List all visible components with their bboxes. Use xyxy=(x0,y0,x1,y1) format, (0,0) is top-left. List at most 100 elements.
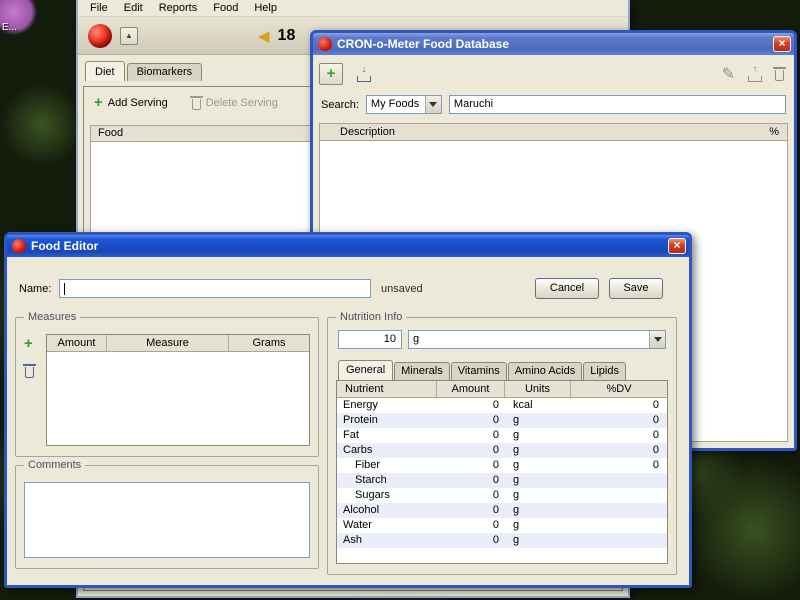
nutrient-table-header: Nutrient Amount Units %DV xyxy=(337,381,667,398)
cancel-button[interactable]: Cancel xyxy=(535,278,599,299)
search-row: Search: My Foods Maruchi xyxy=(321,95,786,114)
tab-vitamins[interactable]: Vitamins xyxy=(451,362,507,380)
search-scope-value: My Foods xyxy=(367,96,425,113)
nutrient-dv: 0 xyxy=(571,413,667,428)
save-button[interactable]: Save xyxy=(609,278,663,299)
nutrient-row[interactable]: Water0g xyxy=(337,518,667,533)
amount-column-header[interactable]: Amount xyxy=(437,381,505,397)
nutrient-amount: 0 xyxy=(437,473,505,488)
nutrient-row[interactable]: Fiber0g0 xyxy=(337,458,667,473)
nutrient-row[interactable]: Fat0g0 xyxy=(337,428,667,443)
delete-food-trash-icon[interactable] xyxy=(775,70,784,81)
cronometer-icon xyxy=(318,37,332,51)
nutrient-row[interactable]: Alcohol0g xyxy=(337,503,667,518)
add-measure-button[interactable]: + xyxy=(24,338,33,350)
nutrient-row[interactable]: Protein0g0 xyxy=(337,413,667,428)
close-icon[interactable]: × xyxy=(668,238,686,254)
nutrient-row[interactable]: Carbs0g0 xyxy=(337,443,667,458)
menu-edit[interactable]: Edit xyxy=(116,0,151,16)
database-toolbar: + ↓ ✎ ↑ xyxy=(319,60,788,88)
app-logo-icon xyxy=(88,24,112,48)
nutrient-units: g xyxy=(505,443,571,458)
search-scope-dropdown[interactable]: My Foods xyxy=(366,95,442,114)
nutrient-units: g xyxy=(505,503,571,518)
nutrient-dv xyxy=(571,533,667,548)
delete-measure-trash-icon[interactable] xyxy=(25,367,34,378)
nutrient-units: kcal xyxy=(505,398,571,413)
import-food-button[interactable]: ↓ xyxy=(353,63,375,85)
nutrition-tab-bar: General Minerals Vitamins Amino Acids Li… xyxy=(338,362,627,380)
nutrient-row[interactable]: Sugars0g xyxy=(337,488,667,503)
nutrient-name: Fat xyxy=(337,428,437,443)
menu-help[interactable]: Help xyxy=(246,0,285,16)
menu-food[interactable]: Food xyxy=(205,0,246,16)
measures-list[interactable] xyxy=(47,352,309,445)
serving-unit-dropdown[interactable]: g xyxy=(408,330,666,349)
tab-general[interactable]: General xyxy=(338,360,393,380)
food-database-title: CRON-o-Meter Food Database xyxy=(337,37,509,51)
nutrient-column-header[interactable]: Nutrient xyxy=(337,381,437,397)
measures-legend: Measures xyxy=(24,311,80,324)
collapse-button[interactable]: ▲ xyxy=(120,27,138,45)
nutrient-row[interactable]: Starch0g xyxy=(337,473,667,488)
food-editor-window: Food Editor × Name: unsaved Cancel Save … xyxy=(4,232,692,588)
measures-group: Measures + Amount Measure Grams xyxy=(15,317,319,457)
search-input[interactable]: Maruchi xyxy=(449,95,786,114)
menu-file[interactable]: File xyxy=(82,0,116,16)
previous-day-icon[interactable]: ◀ xyxy=(258,27,270,45)
search-input-value: Maruchi xyxy=(454,98,493,110)
close-icon[interactable]: × xyxy=(773,36,791,52)
food-editor-titlebar[interactable]: Food Editor × xyxy=(7,235,689,257)
amount-column-header[interactable]: Amount xyxy=(47,335,107,351)
food-editor-title: Food Editor xyxy=(31,239,98,253)
nutrient-row[interactable]: Ash0g xyxy=(337,533,667,548)
add-serving-button[interactable]: + Add Serving xyxy=(94,97,168,109)
dv-column-header[interactable]: %DV xyxy=(571,381,667,397)
nutrient-table-body: Energy0kcal0Protein0g0Fat0g0Carbs0g0Fibe… xyxy=(337,398,667,563)
export-icon[interactable]: ↑ xyxy=(748,67,762,82)
description-column-header[interactable]: Description xyxy=(320,126,745,138)
units-column-header[interactable]: Units xyxy=(505,381,571,397)
combo-button[interactable] xyxy=(649,331,665,348)
nutrient-amount: 0 xyxy=(437,413,505,428)
combo-button[interactable] xyxy=(425,96,441,113)
delete-serving-label: Delete Serving xyxy=(206,97,278,109)
nutrient-units: g xyxy=(505,458,571,473)
results-table-header: Description % xyxy=(320,124,787,141)
plus-icon: + xyxy=(327,68,336,80)
grams-column-header[interactable]: Grams xyxy=(229,335,309,351)
nutrient-name: Energy xyxy=(337,398,437,413)
serving-amount-input[interactable]: 10 xyxy=(338,330,402,349)
tab-lipids[interactable]: Lipids xyxy=(583,362,626,380)
add-food-button[interactable]: + xyxy=(319,63,343,85)
delete-serving-button[interactable]: Delete Serving xyxy=(192,96,278,110)
nutrient-name: Carbs xyxy=(337,443,437,458)
name-input[interactable] xyxy=(59,279,371,298)
tab-biomarkers[interactable]: Biomarkers xyxy=(127,63,203,81)
comments-group: Comments xyxy=(15,465,319,569)
edit-pencil-icon[interactable]: ✎ xyxy=(722,64,735,84)
nutrient-dv: 0 xyxy=(571,398,667,413)
food-database-titlebar[interactable]: CRON-o-Meter Food Database × xyxy=(313,33,794,55)
tab-amino-acids[interactable]: Amino Acids xyxy=(508,362,583,380)
comments-textarea[interactable] xyxy=(24,482,310,558)
nutrient-name: Starch xyxy=(337,473,437,488)
nutrient-amount: 0 xyxy=(437,518,505,533)
plus-icon: + xyxy=(94,97,103,109)
tab-diet[interactable]: Diet xyxy=(85,61,125,81)
nutrient-dv xyxy=(571,473,667,488)
menu-reports[interactable]: Reports xyxy=(151,0,206,16)
nutrient-amount: 0 xyxy=(437,503,505,518)
name-label: Name: xyxy=(19,283,51,295)
comments-legend: Comments xyxy=(24,459,85,472)
nutrient-row[interactable]: Energy0kcal0 xyxy=(337,398,667,413)
measure-column-header[interactable]: Measure xyxy=(107,335,229,351)
nutrient-dv xyxy=(571,518,667,533)
tab-minerals[interactable]: Minerals xyxy=(394,362,450,380)
nutrition-group: Nutrition Info 10 g General Minerals Vit… xyxy=(327,317,677,575)
nutrient-name: Alcohol xyxy=(337,503,437,518)
percent-column-header[interactable]: % xyxy=(745,126,787,138)
add-serving-label: Add Serving xyxy=(108,97,168,109)
nutrient-dv: 0 xyxy=(571,458,667,473)
nutrient-amount: 0 xyxy=(437,533,505,548)
